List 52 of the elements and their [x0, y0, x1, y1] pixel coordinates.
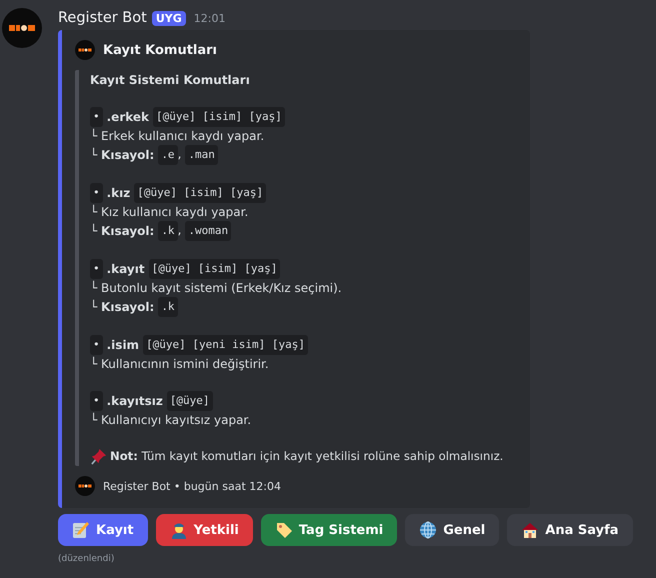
command-arguments: [@üye] [166, 391, 213, 411]
command-description: └ Erkek kullanıcı kaydı yapar. [90, 128, 266, 145]
bullet: • [90, 183, 103, 203]
command-description: └ Kız kullanıcı kaydı yapar. [90, 204, 250, 221]
command-arguments: [@üye] [isim] [yaş] [134, 183, 266, 203]
pin-icon [90, 448, 107, 464]
shortcut-label: └ Kısayol: [90, 222, 154, 240]
police-officer-icon [170, 521, 188, 539]
command-description: └ Butonlu kayıt sistemi (Erkek/Kız seçimi). [90, 280, 343, 297]
tag-icon [274, 521, 293, 539]
bullet: • [90, 259, 103, 279]
bot-avatar [2, 8, 42, 48]
command-name: .isim [106, 337, 140, 354]
command-arguments: [@üye] [isim] [yaş] [148, 259, 280, 279]
command-description: └ Kullanıcıyı kayıtsız yapar. [90, 412, 252, 429]
home-button[interactable]: Ana Sayfa [507, 514, 633, 546]
command-description: └ Kullanıcının ismini değiştirir. [90, 356, 270, 373]
shortcut-label: └ Kısayol: [90, 298, 154, 316]
house-icon [521, 521, 540, 539]
timestamp: 12:01 [194, 12, 226, 24]
separator: , [178, 146, 182, 163]
command-name: .kayıtsız [106, 393, 163, 410]
memo-icon [72, 521, 90, 539]
menu-button[interactable]: Kayıt [58, 514, 148, 546]
command-name: .kayıt [106, 261, 145, 278]
footer-avatar [75, 476, 95, 496]
globe-icon [419, 521, 438, 539]
note-text: Not: Tüm kayıt komutları için kayıt yetkilisi rolüne sahip olmalısınız. [110, 448, 504, 465]
embed-title: Kayıt Komutları [103, 42, 218, 58]
separator: , [178, 222, 182, 239]
shortcut-code: .k [158, 221, 178, 241]
shortcut-code: .e [158, 145, 178, 165]
author-name[interactable]: Register Bot [58, 10, 147, 26]
menu-button[interactable]: Genel [405, 514, 500, 546]
menu-button[interactable]: Tag Sistemi [260, 514, 398, 546]
bullet: • [90, 391, 103, 411]
command-arguments: [@üye] [isim] [yaş] [153, 107, 285, 127]
command-name: .erkek [106, 109, 150, 126]
section-heading: Kayıt Sistemi Komutları [90, 72, 251, 89]
shortcut-label: └ Kısayol: [90, 146, 154, 164]
footer-text: Register Bot • bugün saat 12:04 [103, 480, 281, 492]
shortcut-code: .man [185, 145, 218, 165]
app-badge: UYG [152, 10, 186, 26]
shortcut-code: .k [158, 297, 178, 317]
embed-author-avatar [75, 40, 95, 60]
edited-label: (düzenlendi) [58, 554, 116, 564]
menu-button[interactable]: Yetkili [156, 514, 253, 546]
shortcut-code: .woman [185, 221, 232, 241]
command-name: .kız [106, 185, 130, 202]
bullet: • [90, 335, 103, 355]
bullet: • [90, 107, 103, 127]
command-arguments: [@üye] [yeni isim] [yaş] [143, 335, 308, 355]
